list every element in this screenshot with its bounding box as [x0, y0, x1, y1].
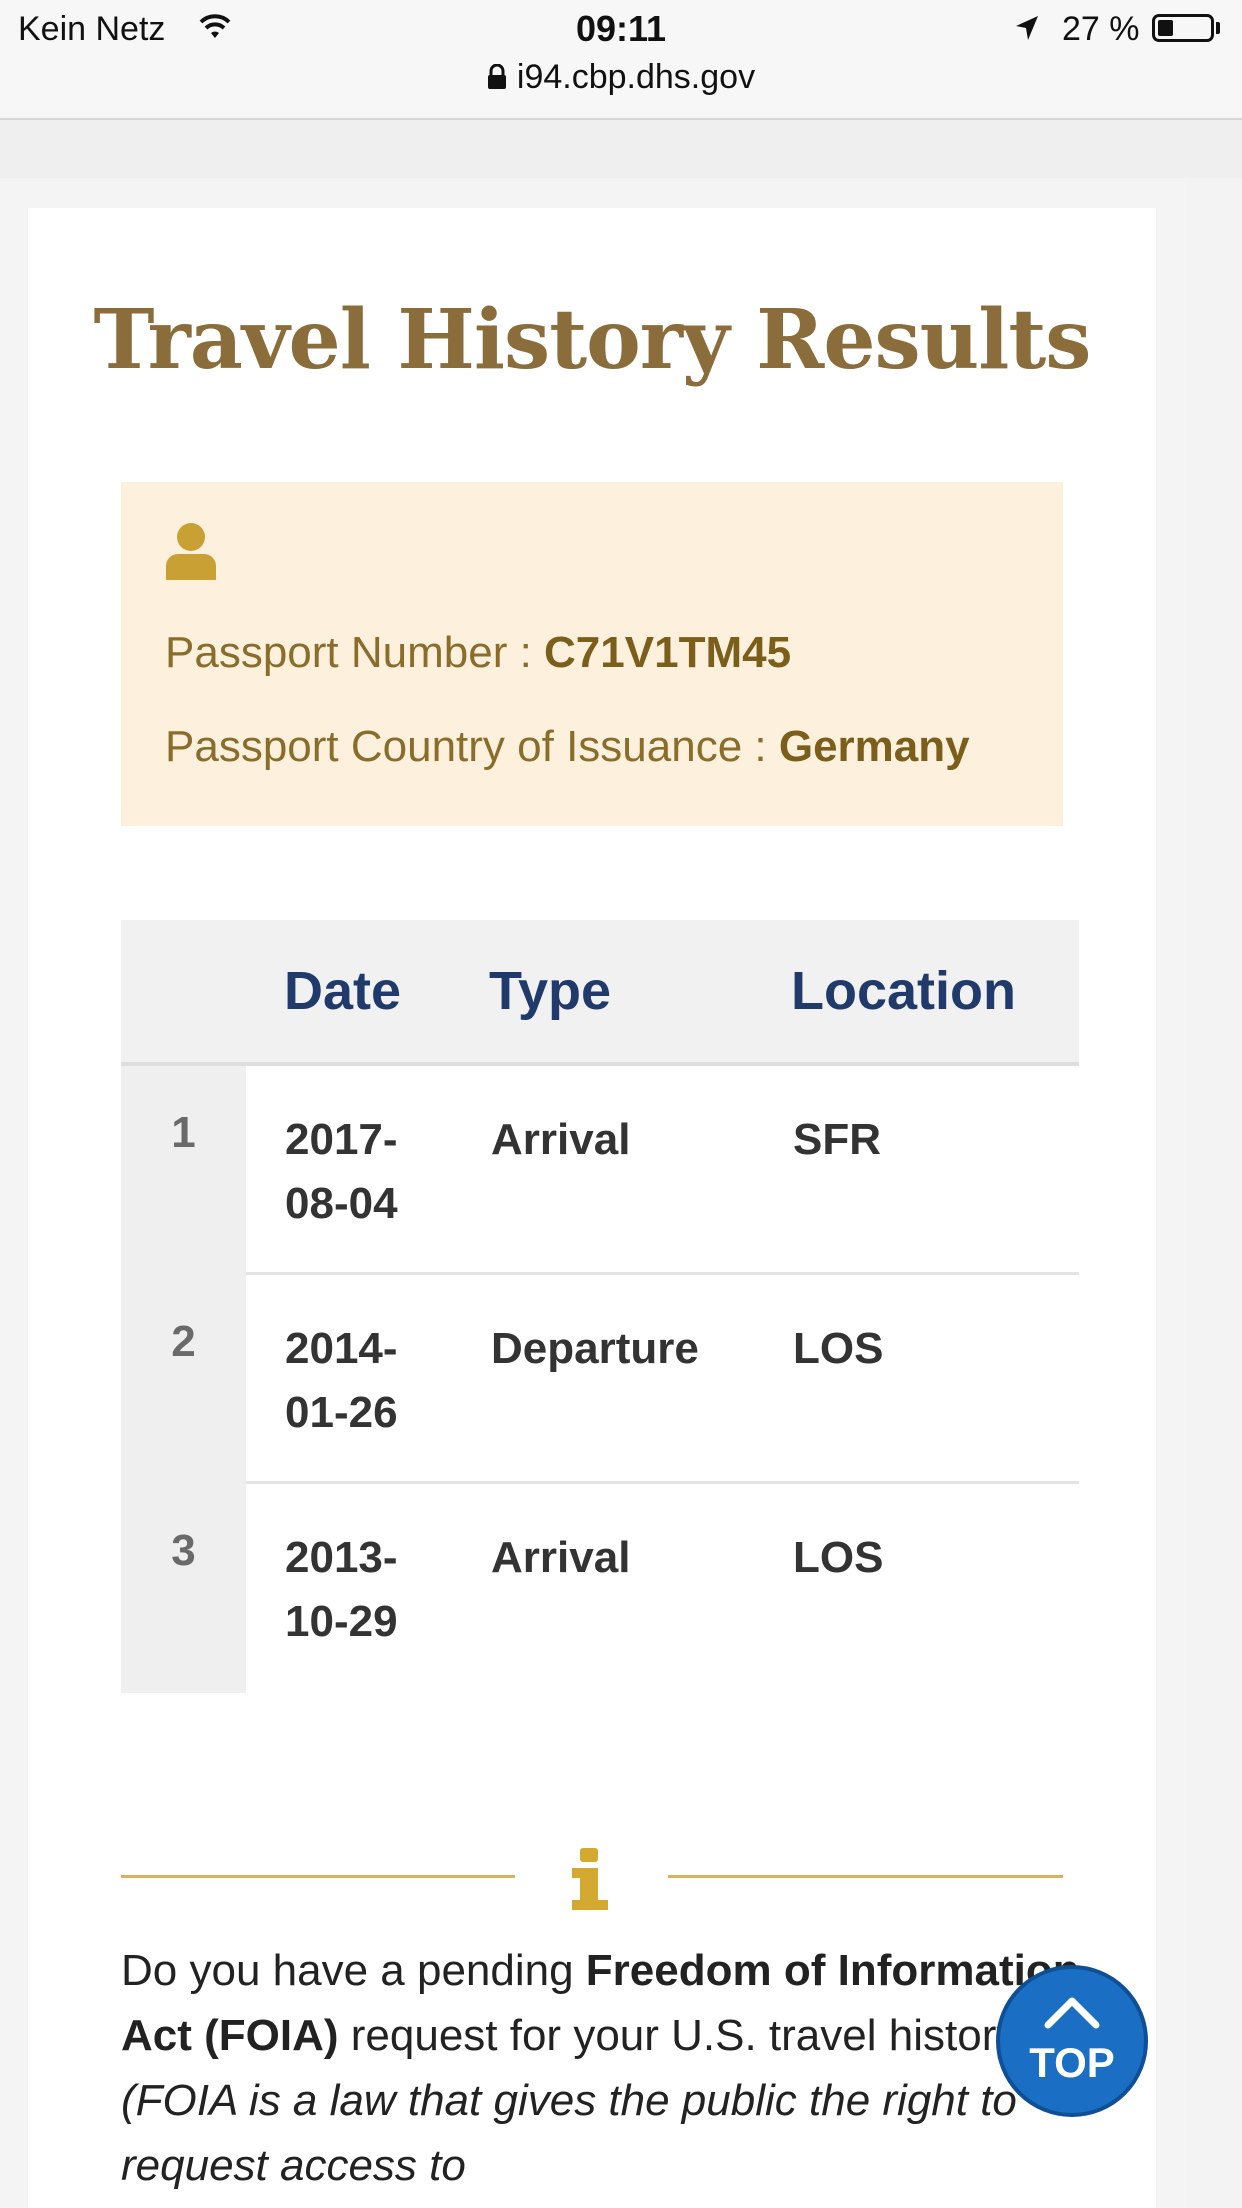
url-text: i94.cbp.dhs.gov [516, 58, 756, 96]
row-date: 2017-08-04 [285, 1115, 398, 1228]
info-icon [566, 1846, 614, 1917]
back-to-top-label: TOP [1029, 2039, 1115, 2086]
page-top-band [0, 120, 1242, 178]
battery-nub [1216, 22, 1220, 34]
row-number: 1 [171, 1108, 196, 1157]
foia-text-1: Do you have a pending [121, 1946, 586, 1995]
row-number: 2 [171, 1317, 196, 1366]
passport-number-line: Passport Number : C71V1TM45 [165, 628, 791, 678]
header-type: Type [489, 961, 612, 1021]
passport-number-label: Passport Number : [165, 628, 545, 677]
divider-right [668, 1875, 1063, 1878]
row-number-cell: 1 [121, 1066, 246, 1275]
foia-paragraph: Do you have a pending Freedom of Informa… [121, 1938, 1081, 2198]
table-row: 1 2017-08-04 Arrival SFR [121, 1066, 1079, 1275]
table-header: Date Type Location [121, 920, 1079, 1066]
row-location: LOS [793, 1324, 884, 1373]
table-row: 2 2014-01-26 Departure LOS [121, 1275, 1079, 1484]
table-row: 3 2013-10-29 Arrival LOS [121, 1484, 1079, 1693]
battery-percentage: 27 % [1062, 10, 1140, 48]
location-arrow-icon [1014, 14, 1040, 47]
row-location: SFR [793, 1115, 881, 1164]
row-location: LOS [793, 1533, 884, 1582]
battery-icon [1152, 14, 1214, 42]
row-number-cell: 3 [121, 1484, 246, 1693]
page-title: Travel History Results [93, 292, 1092, 388]
passport-number-value: C71V1TM45 [544, 628, 792, 677]
row-number-cell: 2 [121, 1275, 246, 1484]
back-to-top-button[interactable]: TOP [996, 1965, 1148, 2117]
passport-country-value: Germany [778, 722, 970, 771]
foia-text-2: request for your U.S. travel history? [338, 2011, 1043, 2060]
row-type: Arrival [491, 1115, 631, 1164]
row-date: 2013-10-29 [285, 1533, 398, 1646]
passport-country-line: Passport Country of Issuance : Germany [165, 722, 970, 772]
passport-country-label: Passport Country of Issuance : [165, 722, 779, 771]
chevron-up-icon [1042, 1993, 1102, 2034]
header-date: Date [284, 961, 402, 1021]
clock: 09:11 [575, 8, 667, 49]
header-location: Location [791, 961, 1016, 1021]
row-date: 2014-01-26 [285, 1324, 398, 1437]
row-type: Arrival [491, 1533, 631, 1582]
lock-icon [487, 60, 507, 99]
status-bar: Kein Netz 09:11 27 % i94.cbp.dhs.gov [0, 0, 1242, 120]
address-bar[interactable]: i94.cbp.dhs.gov [0, 58, 1242, 99]
foia-explanation: (FOIA is a law that gives the public the… [121, 2076, 1017, 2190]
row-number: 3 [171, 1526, 196, 1575]
divider-left [121, 1875, 515, 1878]
row-type: Departure [491, 1324, 699, 1373]
person-icon [164, 522, 218, 587]
